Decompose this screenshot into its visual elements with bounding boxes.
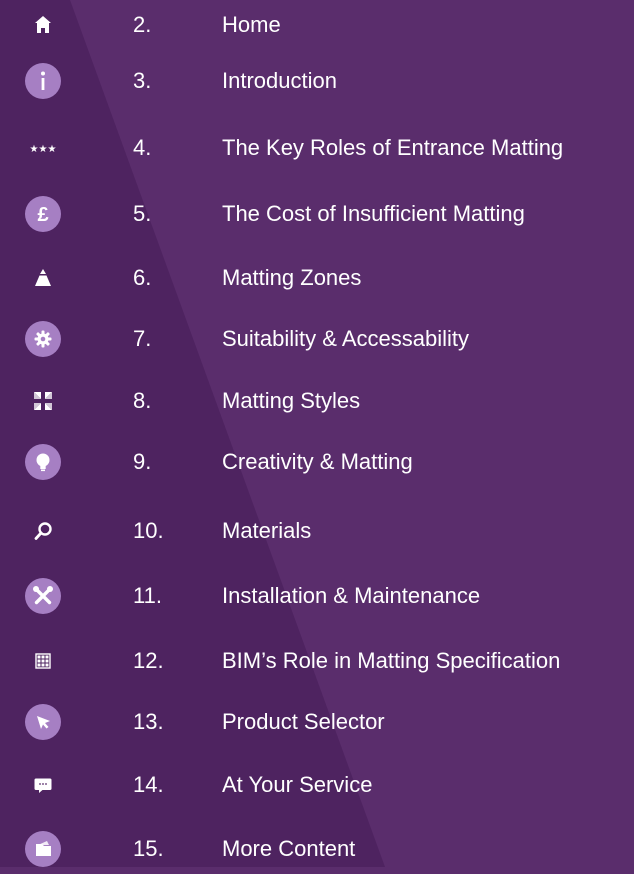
toc-item-styles[interactable]: 8. Matting Styles (0, 376, 634, 426)
tools-icon (24, 577, 62, 615)
chat-icon (24, 766, 62, 804)
toc-number: 5. (133, 201, 152, 226)
zones-icon (24, 259, 62, 297)
toc-number: 13. (133, 709, 164, 734)
toc-label: More Content (222, 836, 356, 861)
toc-item-service[interactable]: 14. At Your Service (0, 760, 634, 810)
toc-label: Installation & Maintenance (222, 583, 481, 608)
toc-number: 4. (133, 135, 152, 160)
toc-number: 11. (133, 583, 162, 608)
home-icon (24, 6, 62, 44)
toc-label: Home (222, 12, 281, 37)
toc-item-creativity[interactable]: 9. Creativity & Matting (0, 437, 634, 487)
toc-item-suitability[interactable]: 7. Suitability & Accessability (0, 314, 634, 364)
toc-item-zones[interactable]: 6. Matting Zones (0, 253, 634, 303)
gear-icon (24, 320, 62, 358)
svg-text:★★★: ★★★ (30, 144, 57, 155)
toc-number: 10. (133, 518, 164, 543)
toc-label: The Cost of Insufficient Matting (222, 201, 525, 226)
toc-number: 15. (133, 836, 164, 861)
magnifier-icon (24, 512, 62, 550)
lightbulb-icon (24, 443, 62, 481)
toc-label: At Your Service (222, 772, 373, 797)
toc-item-installation[interactable]: 11. Installation & Maintenance (0, 571, 634, 621)
toc-number: 2. (133, 12, 152, 37)
toc-label: Suitability & Accessability (222, 326, 469, 351)
bim-grid-icon (24, 642, 62, 680)
toc-label: Materials (222, 518, 312, 543)
styles-icon (24, 382, 62, 420)
toc-number: 14. (133, 772, 164, 797)
cursor-icon (24, 703, 62, 741)
toc-label: Matting Styles (222, 388, 361, 413)
pound-icon: £ (24, 195, 62, 233)
folder-icon (24, 830, 62, 868)
toc-label: The Key Roles of Entrance Matting (222, 135, 564, 160)
svg-text:£: £ (37, 204, 48, 226)
toc-item-materials[interactable]: 10. Materials (0, 506, 634, 556)
stars-icon: ★★★ (24, 129, 62, 167)
toc-number: 6. (133, 265, 152, 290)
toc-number: 3. (133, 68, 152, 93)
toc-item-introduction[interactable]: 3. Introduction (0, 56, 634, 106)
toc-number: 9. (133, 449, 152, 474)
toc-item-cost[interactable]: £ 5. The Cost of Insufficient Matting (0, 189, 634, 239)
toc-item-key-roles[interactable]: ★★★ 4. The Key Roles of Entrance Matting (0, 123, 634, 173)
toc-item-home[interactable]: 2. Home (0, 0, 634, 50)
toc-number: 12. (133, 648, 164, 673)
toc-number: 7. (133, 326, 152, 351)
toc-item-product-selector[interactable]: 13. Product Selector (0, 697, 634, 747)
info-icon (24, 62, 62, 100)
toc-label: Product Selector (222, 709, 385, 734)
toc-number: 8. (133, 388, 152, 413)
toc-label: Matting Zones (222, 265, 362, 290)
toc-item-bim[interactable]: 12. BIM’s Role in Matting Specification (0, 636, 634, 686)
toc-label: Introduction (222, 68, 337, 93)
table-of-contents: 2. Home 3. Introduction ★★★ 4. The Key R… (0, 0, 634, 867)
toc-label: Creativity & Matting (222, 449, 413, 474)
toc-label: BIM’s Role in Matting Specification (222, 648, 561, 673)
